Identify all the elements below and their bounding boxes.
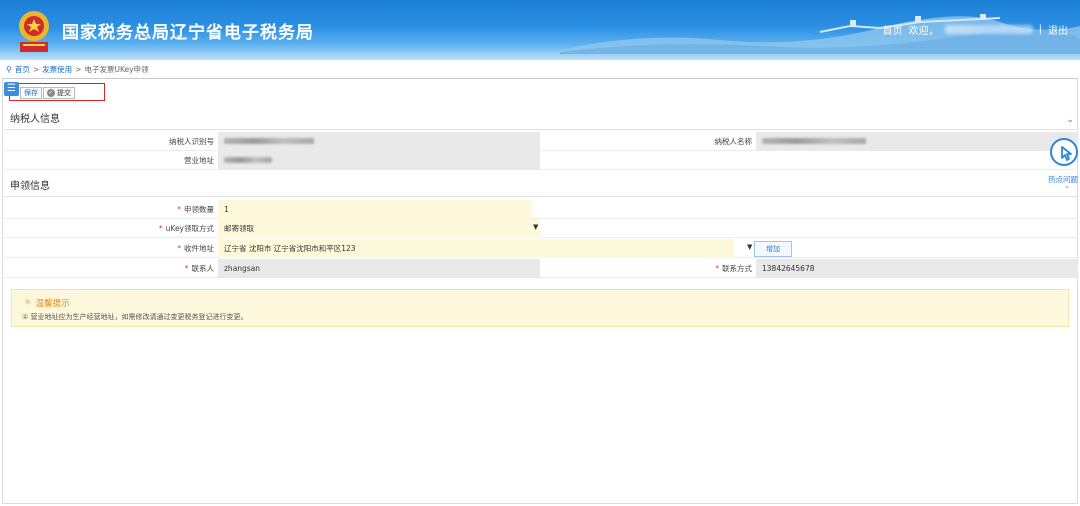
chevron-down-icon[interactable]: ⌄: [1066, 110, 1074, 130]
blurred-address: [224, 157, 272, 163]
quantity-label: * 申领数量: [4, 200, 214, 219]
breadcrumb-sep: >: [32, 65, 40, 74]
top-links: 首页 欢迎， | 退出: [883, 22, 1068, 37]
quantity-input[interactable]: 1: [218, 200, 532, 219]
phone-label: * 联系方式: [544, 259, 752, 278]
required-mark: *: [177, 205, 181, 214]
tax-emblem-logo: [19, 11, 49, 52]
menu-icon[interactable]: ☰: [4, 82, 19, 96]
site-header: 国家税务总局辽宁省电子税务局 首页 欢迎， | 退出: [0, 0, 1080, 60]
site-title: 国家税务总局辽宁省电子税务局: [62, 23, 314, 43]
taxpayer-section-title: 纳税人信息: [10, 114, 60, 125]
apply-section-header: 申领信息: [4, 177, 1078, 197]
business-address-label: 营业地址: [184, 156, 214, 165]
delivery-address-label-text: 收件地址: [184, 244, 214, 253]
tip-box: ☼ 温馨提示 ① 营业地址应为生产经营地址，如需修改请通过变更税务登记进行变更。: [11, 289, 1069, 327]
breadcrumb-current: 电子发票UKey申领: [84, 65, 149, 74]
tip-title-text: 温馨提示: [35, 299, 70, 309]
required-mark: *: [184, 264, 189, 273]
blurred-taxpayer-name: [762, 138, 866, 144]
hot-questions-label: 热点问题: [1048, 175, 1078, 184]
delivery-address-select[interactable]: 辽宁省 沈阳市 辽宁省沈阳市和平区123: [218, 239, 734, 258]
location-pin-icon: ⚲: [6, 65, 12, 74]
welcome-text: 欢迎，: [908, 26, 939, 37]
blurred-tax-id: [224, 138, 314, 144]
ukey-method-select[interactable]: 邮寄领取: [218, 219, 540, 238]
quantity-label-text: 申领数量: [184, 205, 214, 214]
contact-row: * 联系人 zhangsan * 联系方式 13842645678: [4, 259, 1078, 278]
save-button[interactable]: 保存: [20, 87, 42, 99]
ukey-method-label: * uKey领取方式: [4, 219, 214, 238]
blurred-username: [944, 25, 1033, 34]
breadcrumb-invoice-use[interactable]: 发票使用: [42, 64, 72, 75]
ukey-method-label-text: uKey领取方式: [165, 224, 214, 233]
ukey-method-row: * uKey领取方式 邮寄领取 ▼: [4, 219, 1078, 238]
taxpayer-name-value: [756, 132, 1078, 151]
delivery-address-row: * 收件地址 辽宁省 沈阳市 辽宁省沈阳市和平区123 ▼: [4, 239, 1078, 258]
quantity-row: * 申领数量 1: [4, 200, 1078, 219]
phone-label-text: 联系方式: [722, 264, 752, 273]
check-circle-icon: ✓: [47, 89, 55, 97]
cursor-click-icon: [1050, 138, 1078, 166]
taxpayer-name-label: 纳税人名称: [714, 137, 753, 146]
submit-label: 提交: [57, 89, 71, 97]
business-address-row: 营业地址: [4, 151, 1078, 170]
home-link[interactable]: 首页: [883, 22, 903, 37]
tax-id-label: 纳税人识别号: [169, 137, 214, 146]
breadcrumb-home[interactable]: 首页: [15, 64, 30, 75]
tip-title: ☼ 温馨提示: [24, 297, 70, 309]
contact-label-text: 联系人: [191, 264, 215, 273]
tax-id-value: [218, 132, 540, 151]
required-mark: *: [177, 244, 181, 253]
save-label: 保存: [24, 89, 38, 97]
contact-label: * 联系人: [4, 259, 214, 278]
chevron-down-icon: ⌄: [1064, 182, 1070, 190]
tax-id-row: 纳税人识别号 纳税人名称: [4, 132, 1078, 151]
dropdown-caret-icon[interactable]: ▼: [747, 239, 752, 258]
tip-text: ① 营业地址应为生产经营地址，如需修改请通过变更税务登记进行变更。: [22, 313, 248, 321]
contact-value: zhangsan: [218, 259, 540, 278]
phone-value: 13842645678: [756, 259, 1078, 278]
dropdown-caret-icon[interactable]: ▼: [533, 219, 538, 238]
separator: |: [1038, 24, 1042, 35]
submit-button[interactable]: ✓ 提交: [43, 87, 75, 99]
apply-section-title: 申领信息: [10, 181, 50, 192]
logout-link[interactable]: 退出: [1048, 22, 1068, 37]
breadcrumb-sep: >: [75, 65, 82, 74]
breadcrumb: ⚲ 首页 > 发票使用 > 电子发票UKey申领: [6, 64, 149, 75]
required-mark: *: [715, 264, 719, 273]
business-address-value: [218, 151, 540, 170]
add-address-button[interactable]: 增加: [754, 241, 792, 257]
hot-questions-widget[interactable]: 热点问题 ⌄: [1046, 136, 1080, 192]
delivery-address-label: * 收件地址: [4, 239, 214, 258]
required-mark: *: [158, 224, 163, 233]
taxpayer-section-header[interactable]: 纳税人信息 ⌄: [4, 110, 1078, 130]
lightbulb-icon: ☼: [24, 298, 32, 308]
